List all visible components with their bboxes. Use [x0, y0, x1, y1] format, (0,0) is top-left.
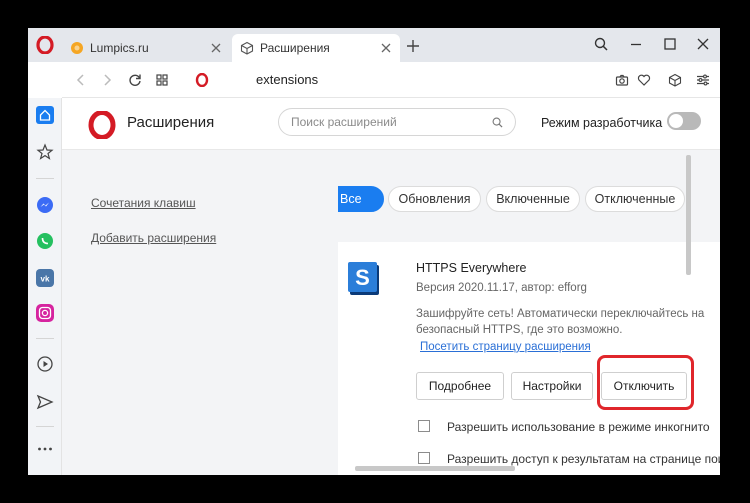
back-icon[interactable] — [74, 73, 88, 87]
tab-strip: Lumpics.ru Расширения — [28, 28, 720, 62]
dev-mode-label: Режим разработчика — [541, 116, 663, 130]
search-results-label: Разрешить доступ к результатам на страни… — [447, 452, 720, 466]
sidebar-divider — [36, 426, 54, 427]
extension-description: Зашифруйте сеть! Автоматически переключа… — [416, 308, 705, 336]
add-extensions-link[interactable]: Добавить расширения — [91, 231, 216, 245]
incognito-checkbox[interactable] — [418, 420, 430, 432]
highlight-frame — [597, 355, 694, 410]
tab-label: Lumpics.ru — [90, 41, 149, 55]
home-icon[interactable] — [36, 106, 54, 124]
vk-icon[interactable]: vk — [36, 269, 54, 287]
cube-icon — [240, 41, 254, 55]
close-tab-icon[interactable] — [380, 42, 392, 54]
filter-disabled-button[interactable]: Отключенные — [585, 186, 685, 212]
search-results-checkbox[interactable] — [418, 452, 430, 464]
new-tab-icon[interactable] — [406, 39, 420, 53]
extensions-cube-icon[interactable] — [668, 73, 682, 87]
https-everywhere-icon: S — [348, 262, 379, 295]
svg-text:S: S — [355, 265, 370, 290]
extension-version: Версия 2020.11.17, автор: efforg — [416, 282, 587, 294]
speed-dial-icon[interactable] — [155, 73, 169, 87]
opera-menu-icon[interactable] — [36, 36, 54, 54]
search-icon[interactable] — [492, 117, 503, 128]
details-button[interactable]: Подробнее — [416, 372, 504, 400]
tab-lumpics[interactable]: Lumpics.ru — [62, 34, 230, 62]
extensions-header: Расширения Режим разработчика — [62, 98, 720, 150]
snapshot-icon[interactable] — [615, 73, 629, 87]
dev-mode-toggle[interactable] — [667, 112, 701, 130]
filter-updates-button[interactable]: Обновления — [388, 186, 481, 212]
whatsapp-icon[interactable] — [36, 232, 54, 250]
bookmarks-star-icon[interactable] — [36, 143, 54, 161]
close-tab-icon[interactable] — [210, 42, 222, 54]
search-input[interactable] — [291, 114, 481, 130]
incognito-label: Разрешить использование в режиме инкогни… — [447, 420, 710, 434]
maximize-icon[interactable] — [663, 37, 677, 51]
settings-button[interactable]: Настройки — [511, 372, 593, 400]
player-icon[interactable] — [36, 355, 54, 373]
url-text[interactable]: extensions — [256, 72, 318, 87]
lumpics-favicon-icon — [71, 42, 83, 54]
tab-search-icon[interactable] — [594, 37, 608, 51]
easy-setup-icon[interactable] — [696, 73, 710, 87]
tab-extensions[interactable]: Расширения — [232, 34, 400, 62]
extension-page-link[interactable]: Посетить страницу расширения — [420, 341, 591, 353]
close-window-icon[interactable] — [696, 37, 710, 51]
forward-icon[interactable] — [100, 73, 114, 87]
search-box — [278, 108, 516, 136]
minimize-icon[interactable] — [629, 37, 643, 51]
tab-label: Расширения — [260, 41, 330, 55]
filter-enabled-button[interactable]: Включенные — [486, 186, 580, 212]
messenger-icon[interactable] — [36, 196, 54, 214]
opera-logo-icon — [88, 111, 116, 139]
reload-icon[interactable] — [128, 73, 142, 87]
keyboard-shortcuts-link[interactable]: Сочетания клавиш — [91, 196, 196, 210]
sidebar-divider — [36, 338, 54, 339]
address-bar: extensions — [62, 62, 720, 98]
horizontal-scrollbar[interactable] — [355, 466, 515, 471]
svg-text:vk: vk — [41, 275, 50, 284]
extension-name: HTTPS Everywhere — [416, 261, 527, 275]
page-title: Расширения — [127, 114, 215, 131]
opera-sidebar: vk — [28, 98, 62, 475]
sidebar-divider — [36, 178, 54, 179]
toggle-knob — [669, 114, 683, 128]
more-icon[interactable] — [36, 440, 54, 458]
extensions-content: Сочетания клавиш Добавить расширения Все… — [62, 150, 720, 475]
send-flow-icon[interactable] — [36, 393, 54, 411]
vertical-scrollbar[interactable] — [686, 155, 691, 275]
filter-all-button[interactable]: Все — [338, 186, 384, 212]
instagram-icon[interactable] — [36, 304, 54, 322]
heart-icon[interactable] — [637, 73, 651, 87]
opera-page-icon — [195, 73, 209, 87]
